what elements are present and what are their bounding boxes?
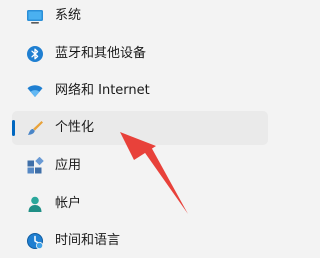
display-icon — [27, 10, 43, 24]
nav-item-label: 帐户 — [55, 196, 82, 211]
person-icon — [28, 196, 42, 212]
nav-item-apps[interactable]: 应用 — [12, 149, 268, 183]
nav-item-system[interactable]: 系统 — [12, 0, 268, 33]
nav-item-time-language[interactable]: 时间和语言 — [12, 224, 268, 258]
nav-item-label: 应用 — [55, 158, 82, 173]
nav-item-accounts[interactable]: 帐户 — [12, 187, 268, 221]
clock-globe-icon — [27, 233, 44, 250]
nav-item-personalization[interactable]: 个性化 — [12, 111, 268, 145]
nav-item-label: 网络和 Internet — [55, 83, 150, 98]
nav-item-network-internet[interactable]: 网络和 Internet — [12, 74, 268, 108]
nav-item-label: 系统 — [55, 8, 82, 23]
bluetooth-icon — [27, 46, 43, 62]
wifi-icon — [27, 85, 43, 97]
nav-item-label: 时间和语言 — [55, 233, 121, 248]
apps-icon — [27, 157, 44, 174]
nav-item-label: 个性化 — [55, 120, 95, 135]
nav-item-bluetooth-devices[interactable]: 蓝牙和其他设备 — [12, 37, 268, 71]
selection-indicator — [12, 120, 15, 136]
brush-icon — [28, 121, 43, 135]
settings-nav-pane: 系统 蓝牙和其他设备 网络和 Internet 个性化 应用 帐户 时间和语言 — [0, 0, 303, 256]
nav-item-label: 蓝牙和其他设备 — [55, 46, 147, 61]
